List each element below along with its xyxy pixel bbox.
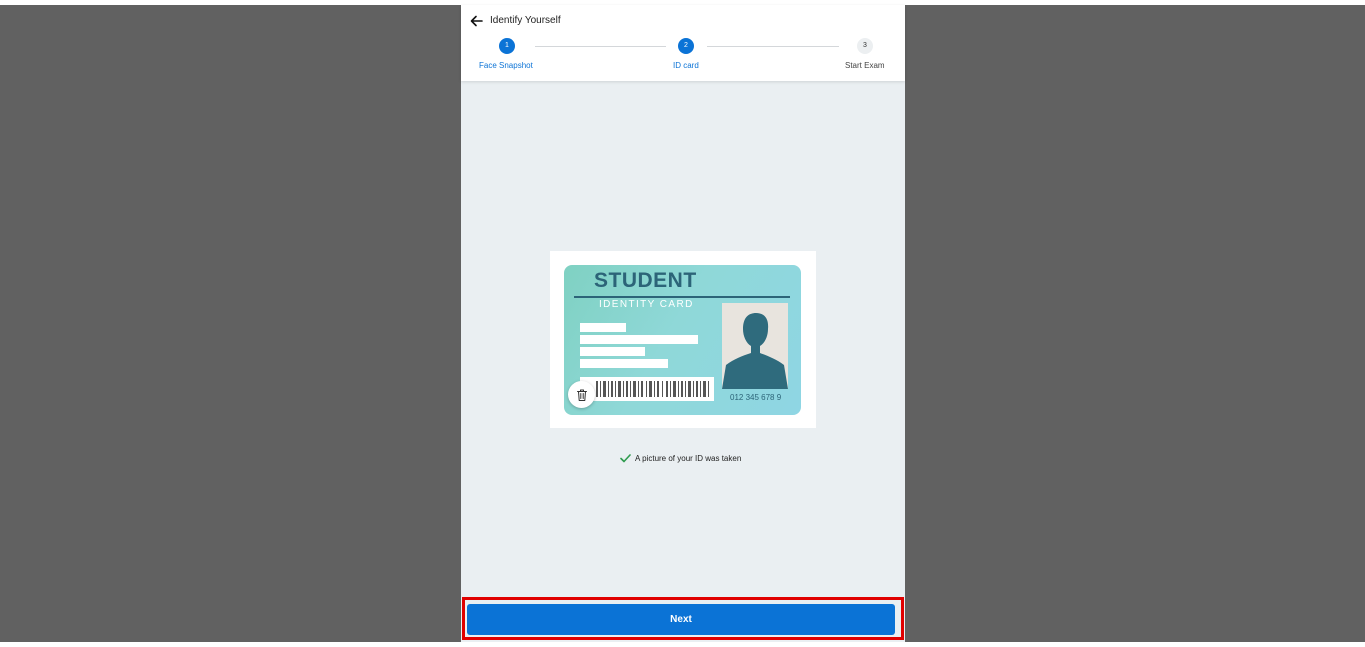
id-card-number: 012 345 678 9 xyxy=(730,393,782,402)
step-1-indicator: 1 xyxy=(499,38,515,54)
captured-id-image: STUDENT IDENTITY CARD 012 345 678 9 xyxy=(550,251,816,428)
modal-backdrop: Identify Yourself 1 Face Snapshot 2 ID c… xyxy=(0,5,1365,642)
trash-icon xyxy=(576,389,587,401)
person-silhouette-icon xyxy=(722,313,788,389)
step-2-indicator: 2 xyxy=(678,38,694,54)
step-3-indicator: 3 xyxy=(857,38,873,54)
step-2-label: ID card xyxy=(673,61,699,70)
capture-status: A picture of your ID was taken xyxy=(620,452,741,464)
header: Identify Yourself 1 Face Snapshot 2 ID c… xyxy=(461,5,905,81)
id-photo xyxy=(722,303,788,389)
back-arrow-icon[interactable] xyxy=(470,14,484,28)
id-card-title: STUDENT xyxy=(594,269,697,292)
id-card-field-bar xyxy=(580,323,626,332)
delete-image-button[interactable] xyxy=(568,381,595,408)
status-message: A picture of your ID was taken xyxy=(635,453,742,463)
id-barcode xyxy=(580,377,714,401)
id-card-field-bar xyxy=(580,335,698,344)
next-button[interactable]: Next xyxy=(467,604,895,635)
id-card-divider xyxy=(574,296,790,298)
step-3-label: Start Exam xyxy=(845,61,885,70)
id-card-field-bar xyxy=(580,347,645,356)
identity-verification-panel: Identify Yourself 1 Face Snapshot 2 ID c… xyxy=(461,5,905,642)
checkmark-icon xyxy=(620,453,631,462)
id-card-subtitle: IDENTITY CARD xyxy=(599,299,694,310)
page-title: Identify Yourself xyxy=(490,15,561,26)
step-1-label: Face Snapshot xyxy=(479,61,533,70)
student-id-card: STUDENT IDENTITY CARD 012 345 678 9 xyxy=(564,265,801,415)
id-card-field-bar xyxy=(580,359,668,368)
stepper-connector xyxy=(707,46,839,47)
stepper-connector xyxy=(535,46,666,47)
